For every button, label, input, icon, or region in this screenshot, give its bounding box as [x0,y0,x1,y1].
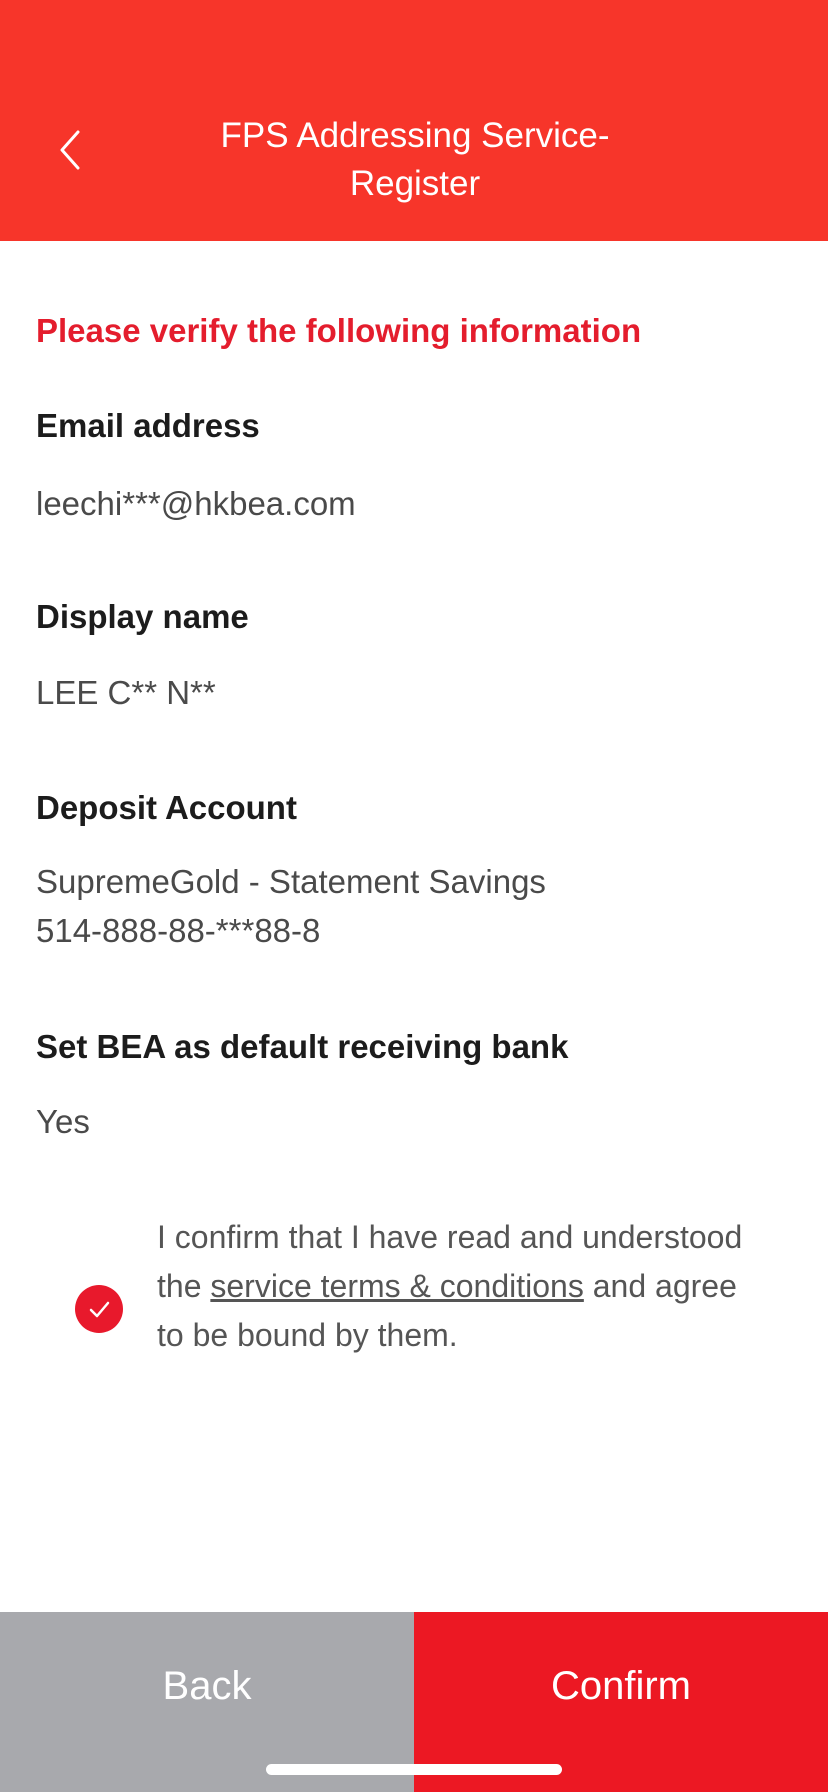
page-title-line-1: FPS Addressing Service- [220,116,610,155]
email-value: leechi***@hkbea.com [36,479,356,528]
page-title: FPS Addressing Service- Register [170,112,660,208]
back-button-label: Back [162,1664,252,1708]
display-name-label: Display name [36,598,249,635]
chevron-left-icon[interactable] [50,130,90,170]
app-header: FPS Addressing Service- Register [0,0,828,241]
terms-link[interactable]: service terms & conditions [210,1268,583,1304]
fps-register-screen: FPS Addressing Service- Register Please … [0,0,828,1792]
default-bank-value-line: Yes [36,1103,90,1140]
page-title-line-2: Register [349,164,481,203]
deposit-account-number: 514-888-88-***88-8 [36,912,321,949]
deposit-account-value: SupremeGold - Statement Savings 514-888-… [36,857,546,955]
display-name-value-line: LEE C** N** [36,674,216,711]
checkmark-icon [89,1301,110,1318]
default-bank-label: Set BEA as default receiving bank [36,1028,569,1065]
deposit-account-name: SupremeGold - Statement Savings [36,863,546,900]
deposit-account-label: Deposit Account [36,789,297,826]
verify-heading: Please verify the following information [36,312,642,349]
confirm-checkbox[interactable] [75,1285,123,1333]
email-label: Email address [36,407,260,444]
email-value-line: leechi***@hkbea.com [36,485,356,522]
home-indicator[interactable] [266,1764,562,1775]
default-bank-value: Yes [36,1097,90,1146]
display-name-value: LEE C** N** [36,668,216,717]
terms-confirmation-text: I confirm that I have read and understoo… [157,1213,757,1360]
confirm-button-label: Confirm [550,1664,692,1708]
